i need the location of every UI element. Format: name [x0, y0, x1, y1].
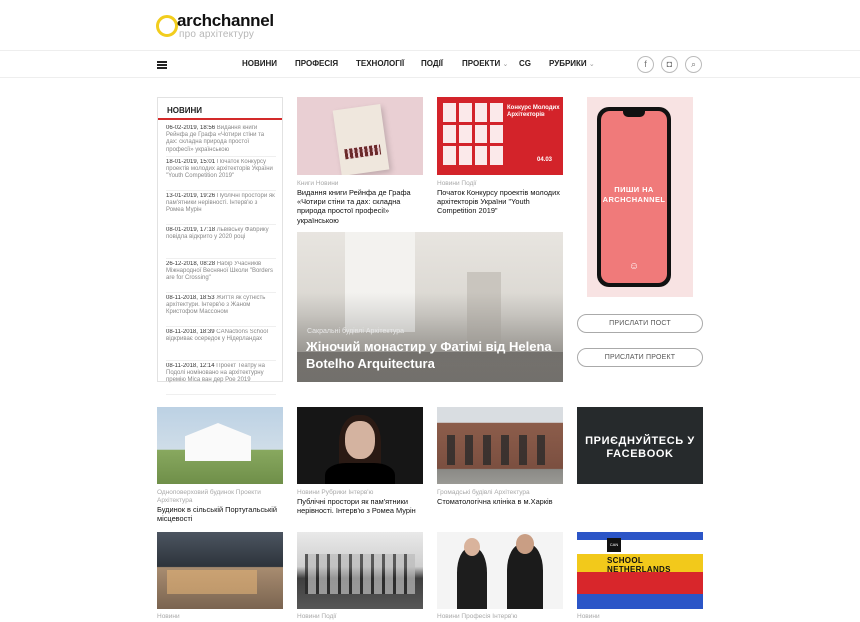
banner-text: ПИШИ НА ARCHCHANNEL: [602, 185, 666, 204]
news-sidebar: НОВИНИ 06-02-2019, 18:56 Видання книги Р…: [157, 97, 283, 395]
canactions-badge: CAN: [607, 538, 621, 552]
house-shape: [185, 423, 251, 461]
logo-name: archchannel: [177, 11, 274, 30]
post-image-portrait[interactable]: [297, 407, 423, 484]
post-category[interactable]: Громадські будівлі Архітектура: [437, 489, 563, 496]
nav-profession[interactable]: ПРОФЕСІЯ: [295, 59, 338, 68]
post-category[interactable]: Новини Професія Інтерв'ю: [437, 613, 563, 620]
phone-screen: ПИШИ НА ARCHCHANNEL ☺: [601, 111, 667, 283]
facebook-icon[interactable]: f: [637, 56, 654, 73]
person-left: [457, 548, 487, 609]
post-title[interactable]: Стоматологічна клініка в м.Харків: [437, 497, 565, 506]
phone-image: ПИШИ НА ARCHCHANNEL ☺: [597, 107, 671, 287]
post-image-house[interactable]: [157, 407, 283, 484]
contest-poster-image[interactable]: Конкурс Молодих Архітекторів 04.03: [437, 97, 563, 175]
news-list-item[interactable]: 06-02-2019, 18:56 Видання книги Рейнфа д…: [166, 125, 276, 157]
book-pattern: [344, 144, 382, 160]
news-date: 08-01-2019, 17:18: [166, 227, 216, 233]
portrait-face: [345, 421, 375, 459]
logo-ring-icon: [156, 15, 178, 37]
news-date: 26-12-2018, 08:28: [166, 261, 216, 267]
brick-windows: [447, 435, 553, 465]
phone-notch: [623, 111, 645, 117]
news-date: 06-02-2019, 18:56: [166, 125, 216, 131]
school-netherlands-text: SCHOOL NETHERLANDS: [607, 556, 671, 574]
news-date: 18-01-2019, 15:01: [166, 159, 216, 165]
smile-icon: ☺: [628, 261, 640, 272]
portrait-body: [325, 463, 395, 484]
submit-post-button[interactable]: ПРИСЛАТИ ПОСТ: [577, 314, 703, 333]
facebook-join-banner[interactable]: ПРИЄДНУЙТЕСЬ У FACEBOOK: [577, 407, 703, 484]
post-image-school-netherlands[interactable]: CAN SCHOOL NETHERLANDS: [577, 532, 703, 609]
nav-projects[interactable]: ПРОЕКТИ ⌄: [462, 59, 508, 68]
post-title[interactable]: Будинок в сільській Португальській місце…: [157, 505, 283, 523]
flag-band-red: [577, 572, 703, 594]
post-category[interactable]: Новини Рубрики Інтерв'ю: [297, 489, 423, 496]
post-title[interactable]: Публічні простори як пам'ятники нерівнос…: [297, 497, 425, 515]
facebook-join-text: ПРИЄДНУЙТЕСЬ У FACEBOOK: [585, 435, 695, 460]
post-category[interactable]: Новини Події: [437, 180, 563, 187]
chevron-down-icon: ⌄: [588, 61, 595, 68]
person-right-head: [516, 534, 534, 554]
instagram-icon[interactable]: ◘: [661, 56, 678, 73]
nav-events[interactable]: ПОДІЇ: [421, 59, 443, 68]
hero-category[interactable]: Сакральні будівлі Архітектура: [307, 328, 404, 335]
news-list-item[interactable]: 13-01-2019, 19:26 Публічні простори як п…: [166, 193, 276, 225]
hero-title[interactable]: Жіночий монастир у Фатімі від Helena Bot…: [306, 338, 556, 372]
submit-project-button[interactable]: ПРИСЛАТИ ПРОЕКТ: [577, 348, 703, 367]
flag-band-blue-bottom: [577, 594, 703, 609]
contest-poster-date: 04.03: [537, 157, 553, 163]
nav-cg[interactable]: CG: [519, 59, 531, 68]
menu-icon[interactable]: [157, 61, 167, 69]
post-category[interactable]: Книги Новини: [297, 180, 423, 187]
post-image-industrial[interactable]: [297, 532, 423, 609]
book-cover-image[interactable]: [297, 97, 423, 175]
logo-tagline: про архітектуру: [179, 29, 255, 40]
chevron-down-icon: ⌄: [502, 61, 509, 68]
nav-projects-label: ПРОЕКТИ: [462, 59, 501, 68]
post-category[interactable]: Новини: [157, 613, 283, 620]
news-date: 08-11-2018, 18:39: [166, 329, 215, 335]
industrial-structure: [305, 554, 415, 594]
nav-technologies[interactable]: ТЕХНОЛОГІЇ: [356, 59, 404, 68]
shop-glow: [167, 570, 257, 594]
post-image-interview[interactable]: [437, 532, 563, 609]
news-date: 13-01-2019, 19:26: [166, 193, 216, 199]
news-list-item[interactable]: 08-01-2019, 17:18 Львівську Фабрику пові…: [166, 227, 276, 259]
flag-band-blue-top: [577, 532, 703, 540]
post-category[interactable]: Одноповерховий будинок Проекти Архітекту…: [157, 489, 283, 504]
post-title[interactable]: Видання книги Рейнфа де Графа «Чотири ст…: [297, 188, 425, 225]
news-list-item[interactable]: 26-12-2018, 08:28 Набір Учасників Міжнар…: [166, 261, 276, 293]
news-sidebar-title: НОВИНИ: [167, 106, 203, 115]
site-logo[interactable]: archchannel про архітектуру: [156, 11, 286, 41]
nav-news[interactable]: НОВИНИ: [242, 59, 277, 68]
nav-rubrics-label: РУБРИКИ: [549, 59, 587, 68]
nav-rubrics[interactable]: РУБРИКИ ⌄: [549, 59, 595, 68]
news-list-item[interactable]: 18-01-2019, 15:01 Початок Конкурсу проек…: [166, 159, 276, 191]
main-nav: НОВИНИ ПРОФЕСІЯ ТЕХНОЛОГІЇ ПОДІЇ ПРОЕКТИ…: [0, 50, 860, 78]
post-category[interactable]: Новини: [577, 613, 703, 620]
news-list-item[interactable]: 08-11-2018, 18:39 CANactions School відк…: [166, 329, 276, 361]
person-left-head: [464, 538, 480, 556]
hero-post[interactable]: Сакральні будівлі Архітектура Жіночий мо…: [297, 232, 563, 382]
search-icon[interactable]: ⌕: [685, 56, 702, 73]
post-image-shop[interactable]: [157, 532, 283, 609]
contest-poster-title: Конкурс Молодих Архітекторів: [507, 105, 560, 118]
post-image-clinic[interactable]: [437, 407, 563, 484]
book-image: [332, 103, 390, 175]
write-to-us-banner[interactable]: ПИШИ НА ARCHCHANNEL ☺: [587, 97, 693, 297]
news-list-item[interactable]: 08-11-2018, 12:14 Проект Театру на Подол…: [166, 363, 276, 395]
post-category[interactable]: Новини Події: [297, 613, 423, 620]
post-title[interactable]: Початок Конкурсу проектів молодих архіте…: [437, 188, 565, 216]
news-list: 06-02-2019, 18:56 Видання книги Рейнфа д…: [166, 125, 276, 397]
news-list-item[interactable]: 08-11-2018, 18:53 Життя як сутність архі…: [166, 295, 276, 327]
news-date: 08-11-2018, 12:14: [166, 363, 215, 369]
news-date: 08-11-2018, 18:53: [166, 295, 215, 301]
news-sidebar-divider: [158, 118, 282, 120]
contest-pictograms: [443, 103, 503, 165]
